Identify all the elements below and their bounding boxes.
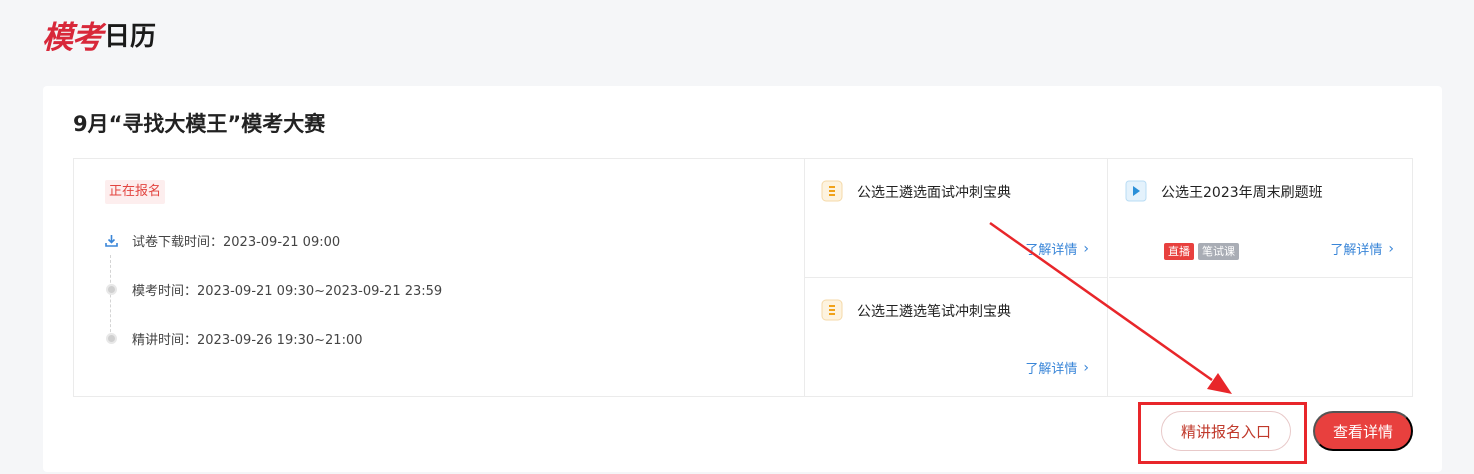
exam-card: 9月“寻找大模王”模考大赛 正在报名 试卷下载时间：2023-09-21 09:…	[43, 86, 1442, 472]
more-link[interactable]: 了解详情 ›	[1025, 358, 1089, 378]
logo-black-text: 日历	[104, 21, 157, 52]
badge-group: 直播 笔试课	[1164, 243, 1239, 260]
schedule-section: 正在报名 试卷下载时间：2023-09-21 09:00 模考时间：2023-0…	[74, 159, 805, 396]
document-icon	[821, 299, 843, 321]
resource-title: 公选王2023年周末刷题班	[1161, 185, 1323, 201]
document-icon	[821, 180, 843, 202]
chevron-right-icon: ›	[1388, 240, 1394, 257]
timeline-item-lecture: 精讲时间：2023-09-26 19:30~21:00	[104, 329, 363, 348]
resource-item[interactable]: 公选王遴选面试冲刺宝典 了解详情 ›	[805, 159, 1108, 278]
resource-item[interactable]: 公选王遴选笔试冲刺宝典 了解详情 ›	[805, 278, 1108, 397]
dot-icon	[104, 283, 118, 297]
annotation-highlight-box	[1138, 402, 1307, 464]
more-link[interactable]: 了解详情 ›	[1330, 239, 1394, 259]
more-link-label: 了解详情	[1025, 362, 1078, 377]
more-link-label: 了解详情	[1025, 243, 1078, 258]
more-link-label: 了解详情	[1330, 243, 1383, 258]
logo: 模考 日历	[42, 14, 157, 56]
card-title: 9月“寻找大模王”模考大赛	[73, 112, 326, 136]
timeline-item-download: 试卷下载时间：2023-09-21 09:00	[104, 231, 340, 250]
download-icon	[104, 234, 118, 248]
live-badge: 直播	[1164, 243, 1194, 260]
resource-item[interactable]: 公选王2023年周末刷题班 直播 笔试课 了解详情 ›	[1109, 159, 1412, 278]
logo-red-text: 模考	[42, 19, 103, 56]
exam-panel: 正在报名 试卷下载时间：2023-09-21 09:00 模考时间：2023-0…	[73, 158, 1413, 397]
more-link[interactable]: 了解详情 ›	[1025, 239, 1089, 259]
play-icon	[1125, 180, 1147, 202]
course-type-badge: 笔试课	[1198, 243, 1239, 260]
resource-title: 公选王遴选笔试冲刺宝典	[857, 304, 1011, 320]
chevron-right-icon: ›	[1083, 240, 1089, 257]
timeline-text: 试卷下载时间：2023-09-21 09:00	[132, 235, 341, 250]
timeline-text: 模考时间：2023-09-21 09:30~2023-09-21 23:59	[132, 284, 443, 299]
resource-title: 公选王遴选面试冲刺宝典	[857, 185, 1011, 201]
chevron-right-icon: ›	[1083, 359, 1089, 376]
status-badge: 正在报名	[105, 180, 166, 204]
timeline-item-exam: 模考时间：2023-09-21 09:30~2023-09-21 23:59	[104, 280, 442, 299]
view-details-button[interactable]: 查看详情	[1313, 411, 1413, 451]
timeline-text: 精讲时间：2023-09-26 19:30~21:00	[132, 333, 363, 348]
dot-icon	[104, 332, 118, 346]
